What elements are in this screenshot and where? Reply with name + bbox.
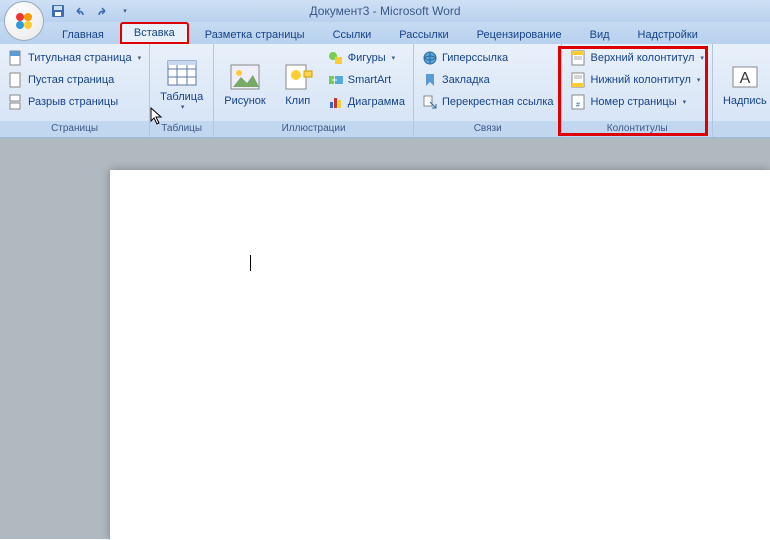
svg-text:A: A <box>740 70 751 87</box>
tab-review[interactable]: Рецензирование <box>465 26 574 44</box>
page-break-icon <box>8 94 24 110</box>
ribbon-tabs: Главная Вставка Разметка страницы Ссылки… <box>0 22 770 44</box>
header-label: Верхний колонтитул <box>590 52 694 64</box>
group-links: Гиперссылка Закладка Перекрестная ссылка… <box>414 44 563 137</box>
tab-page-layout[interactable]: Разметка страницы <box>193 26 317 44</box>
hyperlink-button[interactable]: Гиперссылка <box>418 48 558 68</box>
group-tables-label: Таблицы <box>150 121 213 137</box>
crossref-icon <box>422 94 438 110</box>
pagenumber-button[interactable]: # Номер страницы▾ <box>566 92 707 112</box>
bookmark-button[interactable]: Закладка <box>418 70 558 90</box>
cover-page-button[interactable]: Титульная страница▾ <box>4 48 145 68</box>
chart-icon <box>328 94 344 110</box>
svg-text:#: # <box>577 102 581 109</box>
undo-button[interactable] <box>72 3 88 19</box>
table-icon <box>166 57 198 89</box>
textbox-button[interactable]: A Надпись <box>717 46 770 121</box>
smartart-button[interactable]: SmartArt <box>324 70 409 90</box>
tab-view[interactable]: Вид <box>578 26 622 44</box>
clipart-label: Клип <box>285 95 310 107</box>
tab-home[interactable]: Главная <box>50 26 116 44</box>
redo-button[interactable] <box>94 3 110 19</box>
page-break-label: Разрыв страницы <box>28 96 118 108</box>
blank-page-label: Пустая страница <box>28 74 114 86</box>
window-title: Документ3 - Microsoft Word <box>309 4 460 18</box>
document-area <box>0 138 770 539</box>
group-illus-label: Иллюстрации <box>214 121 413 137</box>
table-button[interactable]: Таблица ▾ <box>154 46 209 121</box>
group-headerfooter: Верхний колонтитул▾ Нижний колонтитул▾ #… <box>562 44 712 137</box>
shapes-icon <box>328 50 344 66</box>
header-button[interactable]: Верхний колонтитул▾ <box>566 48 707 68</box>
blank-page-button[interactable]: Пустая страница <box>4 70 145 90</box>
group-pages: Титульная страница▾ Пустая страница Разр… <box>0 44 150 137</box>
hyperlink-icon <box>422 50 438 66</box>
document-page[interactable] <box>110 170 770 540</box>
textbox-icon: A <box>729 61 761 93</box>
picture-icon <box>229 61 261 93</box>
crossref-label: Перекрестная ссылка <box>442 96 554 108</box>
quick-access-toolbar: ▾ <box>50 3 132 19</box>
picture-label: Рисунок <box>224 95 266 107</box>
crossref-button[interactable]: Перекрестная ссылка <box>418 92 558 112</box>
qat-dropdown[interactable]: ▾ <box>116 3 132 19</box>
tab-addins[interactable]: Надстройки <box>626 26 710 44</box>
group-hf-label: Колонтитулы <box>562 121 711 137</box>
footer-button[interactable]: Нижний колонтитул▾ <box>566 70 707 90</box>
tab-mailings[interactable]: Рассылки <box>387 26 460 44</box>
group-pages-label: Страницы <box>0 121 149 137</box>
picture-button[interactable]: Рисунок <box>218 46 272 121</box>
page-break-button[interactable]: Разрыв страницы <box>4 92 145 112</box>
shapes-label: Фигуры <box>348 52 386 64</box>
save-button[interactable] <box>50 3 66 19</box>
clipart-button[interactable]: Клип <box>276 46 320 121</box>
bookmark-icon <box>422 72 438 88</box>
tab-references[interactable]: Ссылки <box>321 26 384 44</box>
cover-page-icon <box>8 50 24 66</box>
bookmark-label: Закладка <box>442 74 490 86</box>
header-icon <box>570 50 586 66</box>
footer-icon <box>570 72 586 88</box>
smartart-label: SmartArt <box>348 74 391 86</box>
hyperlink-label: Гиперссылка <box>442 52 508 64</box>
titlebar: ▾ Документ3 - Microsoft Word <box>0 0 770 22</box>
group-text: A Надпись <box>713 44 770 137</box>
pagenumber-icon: # <box>570 94 586 110</box>
tab-insert[interactable]: Вставка <box>120 22 189 44</box>
text-cursor <box>250 255 251 271</box>
chart-button[interactable]: Диаграмма <box>324 92 409 112</box>
chart-label: Диаграмма <box>348 96 405 108</box>
shapes-button[interactable]: Фигуры▾ <box>324 48 409 68</box>
footer-label: Нижний колонтитул <box>590 74 690 86</box>
textbox-label: Надпись <box>723 95 767 107</box>
ribbon: Титульная страница▾ Пустая страница Разр… <box>0 44 770 138</box>
table-label: Таблица <box>160 91 203 103</box>
cover-page-label: Титульная страница <box>28 52 132 64</box>
office-logo-icon <box>12 9 36 33</box>
group-links-label: Связи <box>414 121 562 137</box>
group-text-label <box>713 121 770 137</box>
clipart-icon <box>282 61 314 93</box>
pagenumber-label: Номер страницы <box>590 96 676 108</box>
smartart-icon <box>328 72 344 88</box>
office-button[interactable] <box>4 1 44 41</box>
group-illustrations: Рисунок Клип Фигуры▾ SmartArt Диаграмма <box>214 44 414 137</box>
blank-page-icon <box>8 72 24 88</box>
group-tables: Таблица ▾ Таблицы <box>150 44 214 137</box>
